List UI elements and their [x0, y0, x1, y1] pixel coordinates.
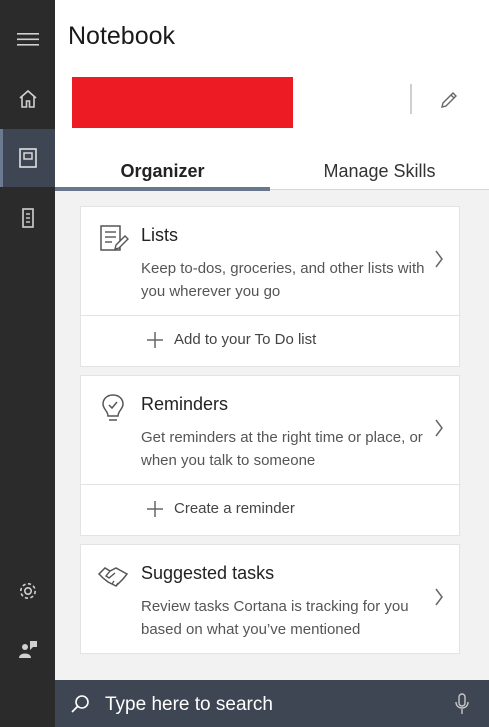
notebook-button[interactable] — [0, 129, 55, 187]
search-input[interactable]: Type here to search — [105, 694, 273, 716]
add-to-do-list-button[interactable]: Add to your To Do list — [81, 315, 459, 366]
chevron-right-icon — [435, 588, 443, 606]
devices-button[interactable] — [0, 189, 55, 247]
suggested-tasks-description: Review tasks Cortana is tracking for you… — [141, 598, 409, 638]
tab-manage-skills[interactable]: Manage Skills — [270, 152, 489, 190]
notebook-header: Notebook Organizer Manage Skills — [55, 0, 489, 191]
list-icon — [100, 225, 129, 251]
reminders-card: Reminders Get reminders at the right tim… — [80, 375, 460, 536]
menu-button[interactable] — [0, 10, 55, 68]
search-bar[interactable]: Type here to search — [55, 680, 489, 727]
redacted-profile-name — [72, 77, 293, 128]
handshake-icon — [97, 567, 129, 587]
create-reminder-label: Create a reminder — [174, 500, 295, 517]
tab-organizer[interactable]: Organizer — [55, 152, 270, 191]
suggested-tasks-card: Suggested tasks Review tasks Cortana is … — [80, 544, 460, 654]
lists-card-header[interactable]: Lists Keep to-dos, groceries, and other … — [81, 207, 459, 315]
reminders-card-header[interactable]: Reminders Get reminders at the right tim… — [81, 376, 459, 484]
chevron-right-icon — [435, 250, 443, 268]
search-icon — [71, 695, 89, 713]
plus-icon — [147, 501, 163, 517]
lightbulb-icon — [102, 394, 124, 421]
notebook-icon — [18, 148, 37, 168]
reminders-description: Get reminders at the right time or place… — [141, 429, 423, 469]
chevron-right-icon — [435, 419, 443, 437]
tab-bar: Organizer Manage Skills — [55, 152, 489, 191]
lists-title: Lists — [141, 225, 179, 245]
page-title: Notebook — [68, 22, 176, 50]
left-rail — [0, 0, 55, 727]
feedback-button[interactable] — [0, 620, 55, 678]
create-reminder-button[interactable]: Create a reminder — [81, 484, 459, 535]
suggested-tasks-title: Suggested tasks — [141, 563, 275, 583]
home-icon — [18, 89, 37, 108]
feedback-icon — [18, 641, 37, 658]
suggested-tasks-card-header[interactable]: Suggested tasks Review tasks Cortana is … — [81, 545, 459, 653]
lists-description: Keep to-dos, groceries, and other lists … — [141, 260, 425, 300]
settings-button[interactable] — [0, 562, 55, 620]
edit-profile-button[interactable] — [435, 86, 463, 114]
plus-icon — [147, 332, 163, 348]
add-to-do-list-label: Add to your To Do list — [174, 331, 317, 348]
reminders-title: Reminders — [141, 394, 229, 414]
microphone-icon[interactable] — [455, 693, 469, 715]
gear-icon — [19, 583, 36, 599]
device-icon — [21, 208, 34, 228]
home-button[interactable] — [0, 70, 55, 128]
notebook-panel: Notebook Organizer Manage Skills Lists K… — [55, 0, 489, 680]
lists-card: Lists Keep to-dos, groceries, and other … — [80, 206, 460, 367]
hamburger-icon — [16, 33, 39, 46]
pencil-icon — [441, 92, 457, 108]
divider — [410, 84, 412, 114]
